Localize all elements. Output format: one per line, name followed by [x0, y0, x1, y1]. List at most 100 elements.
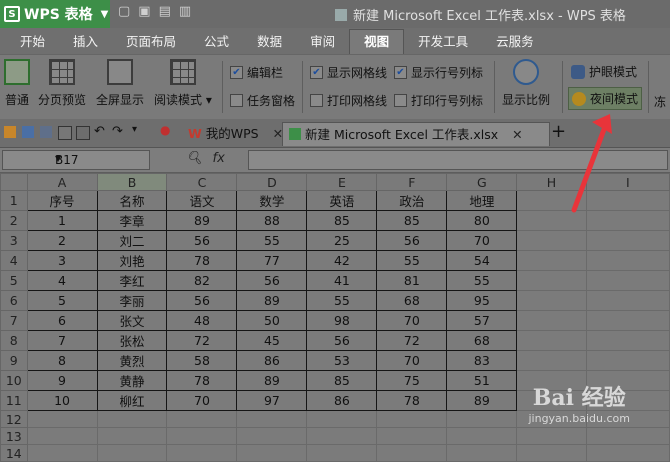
cell[interactable]: 张松: [96, 330, 168, 351]
cell[interactable]: 95: [446, 290, 518, 311]
row-header[interactable]: 12: [0, 410, 28, 428]
cell[interactable]: [516, 427, 587, 445]
cell[interactable]: [96, 444, 168, 462]
cell[interactable]: 张文: [96, 310, 168, 331]
show-gridlines-checkbox[interactable]: ✔ 显示网格线: [310, 64, 387, 81]
row-header[interactable]: 14: [0, 444, 28, 462]
cell[interactable]: 56: [306, 330, 378, 351]
cell[interactable]: 77: [236, 250, 308, 271]
cell[interactable]: [446, 427, 518, 445]
new-file-icon[interactable]: ▢: [118, 4, 130, 19]
cell[interactable]: 数学: [236, 190, 308, 211]
cell[interactable]: [585, 330, 670, 351]
cell[interactable]: 72: [376, 330, 448, 351]
cell[interactable]: 名称: [96, 190, 168, 211]
column-header[interactable]: A: [26, 173, 98, 191]
row-header[interactable]: 6: [0, 290, 28, 311]
page-break-preview-button[interactable]: 分页预览: [38, 59, 86, 108]
cell[interactable]: 68: [446, 330, 518, 351]
cell[interactable]: 89: [236, 370, 308, 391]
cell[interactable]: [376, 444, 448, 462]
cell[interactable]: 55: [236, 230, 308, 251]
cell[interactable]: 56: [376, 230, 448, 251]
full-screen-button[interactable]: 全屏显示: [96, 59, 144, 108]
name-box[interactable]: B17 ▼: [2, 150, 150, 170]
tab-developer[interactable]: 开发工具: [404, 30, 482, 54]
cell[interactable]: 50: [236, 310, 308, 331]
cell[interactable]: [516, 250, 587, 271]
cell[interactable]: 72: [166, 330, 238, 351]
cell[interactable]: 85: [306, 370, 378, 391]
tab-insert[interactable]: 插入: [59, 30, 112, 54]
chevron-down-icon[interactable]: ▼: [55, 154, 145, 163]
row-header[interactable]: 8: [0, 330, 28, 351]
pin-icon[interactable]: ●: [160, 123, 170, 137]
row-header[interactable]: 11: [0, 390, 28, 411]
cell[interactable]: [516, 310, 587, 331]
column-header[interactable]: E: [306, 173, 378, 191]
save-icon[interactable]: [22, 126, 34, 138]
column-header[interactable]: C: [166, 173, 238, 191]
cell[interactable]: 55: [376, 250, 448, 271]
cell[interactable]: 李章: [96, 210, 168, 231]
cell[interactable]: [26, 427, 98, 445]
cell[interactable]: 刘艳: [96, 250, 168, 271]
wps-menu-button[interactable]: S WPS 表格 ▼: [0, 0, 110, 28]
cell[interactable]: [585, 230, 670, 251]
cell[interactable]: [306, 410, 378, 428]
cell[interactable]: 25: [306, 230, 378, 251]
cell[interactable]: [96, 410, 168, 428]
cell[interactable]: 4: [26, 270, 98, 291]
cell[interactable]: 55: [446, 270, 518, 291]
column-header[interactable]: G: [446, 173, 518, 191]
cell[interactable]: 54: [446, 250, 518, 271]
cell[interactable]: [26, 410, 98, 428]
print-preview-icon[interactable]: [40, 126, 52, 138]
row-header[interactable]: 7: [0, 310, 28, 331]
print-icon[interactable]: [58, 126, 72, 140]
column-header[interactable]: D: [236, 173, 308, 191]
folder-icon[interactable]: ▣: [138, 4, 150, 19]
cell[interactable]: 1: [26, 210, 98, 231]
cell[interactable]: 75: [376, 370, 448, 391]
cell[interactable]: [306, 444, 378, 462]
cell[interactable]: 70: [376, 310, 448, 331]
row-header[interactable]: 10: [0, 370, 28, 391]
cell[interactable]: 6: [26, 310, 98, 331]
cell[interactable]: 9: [26, 370, 98, 391]
cell[interactable]: 序号: [26, 190, 98, 211]
cell[interactable]: [26, 444, 98, 462]
column-header[interactable]: F: [376, 173, 448, 191]
undo-icon[interactable]: ↶: [94, 124, 105, 139]
reading-mode-button[interactable]: 阅读模式 ▾: [154, 59, 212, 108]
fx-icon[interactable]: fx: [213, 151, 225, 166]
cell[interactable]: [166, 410, 238, 428]
cell[interactable]: 政治: [376, 190, 448, 211]
cell[interactable]: 48: [166, 310, 238, 331]
redo-icon[interactable]: ↷: [112, 124, 123, 139]
cell[interactable]: 黄静: [96, 370, 168, 391]
row-header[interactable]: 5: [0, 270, 28, 291]
cell[interactable]: [516, 270, 587, 291]
cell[interactable]: [516, 444, 587, 462]
cell[interactable]: 语文: [166, 190, 238, 211]
cell[interactable]: 7: [26, 330, 98, 351]
preview-icon[interactable]: [76, 126, 90, 140]
cell[interactable]: [166, 444, 238, 462]
close-icon[interactable]: ✕: [512, 127, 522, 142]
cell[interactable]: [585, 444, 670, 462]
cell[interactable]: 85: [306, 210, 378, 231]
cell[interactable]: [585, 427, 670, 445]
cell[interactable]: 89: [166, 210, 238, 231]
row-header[interactable]: 1: [0, 190, 28, 211]
cell[interactable]: 89: [446, 390, 518, 411]
row-header[interactable]: 2: [0, 210, 28, 231]
cell[interactable]: 柳红: [96, 390, 168, 411]
column-header[interactable]: B: [96, 173, 168, 191]
cell[interactable]: 56: [166, 230, 238, 251]
cell[interactable]: 5: [26, 290, 98, 311]
cell[interactable]: 53: [306, 350, 378, 371]
tab-review[interactable]: 审阅: [296, 30, 349, 54]
cell[interactable]: 81: [376, 270, 448, 291]
tab-home[interactable]: 开始: [6, 30, 59, 54]
